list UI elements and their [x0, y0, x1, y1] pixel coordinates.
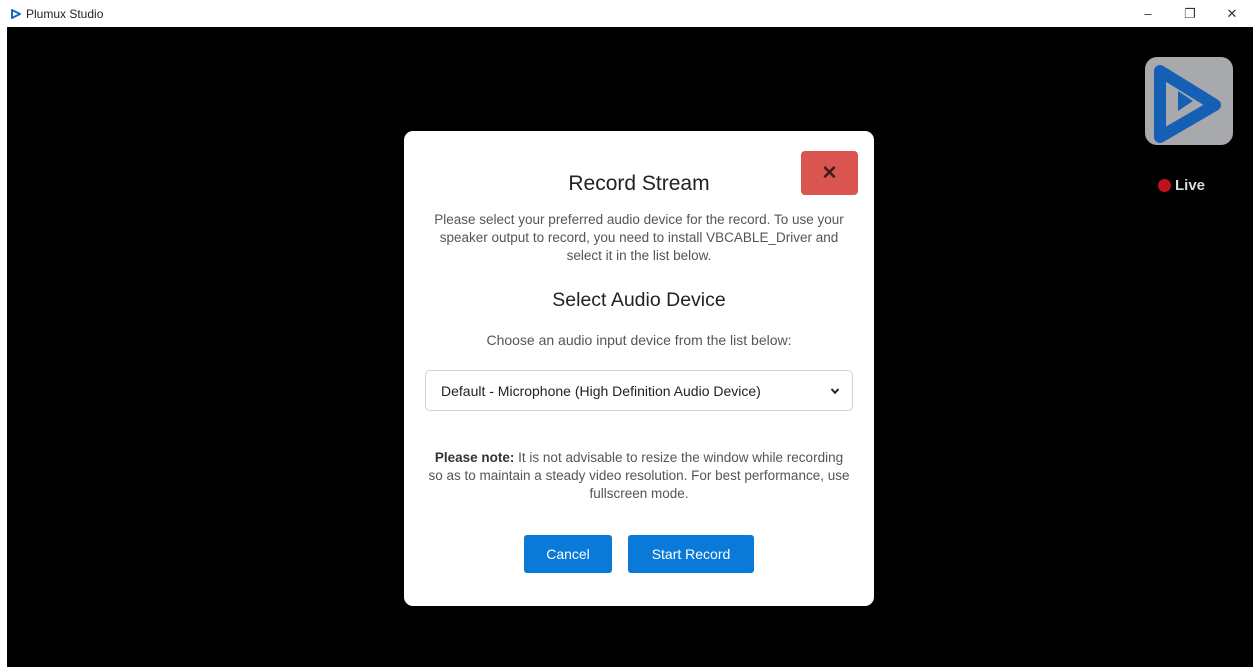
note-label: Please note:: [434, 450, 515, 465]
dialog-intro-text: Please select your preferred audio devic…: [434, 212, 844, 263]
resize-note: Please note: It is not advisable to resi…: [426, 449, 852, 503]
audio-device-select[interactable]: Default - Microphone (High Definition Au…: [425, 370, 853, 411]
plumux-logo-icon: [1145, 57, 1233, 145]
selected-audio-device: Default - Microphone (High Definition Au…: [441, 382, 761, 399]
app-title: Plumux Studio: [26, 6, 104, 21]
title-bar: Plumux Studio – ❐ ✕: [0, 0, 1253, 27]
record-stream-dialog: ✕ Record Stream Please select your prefe…: [404, 131, 874, 606]
minimize-button[interactable]: –: [1127, 0, 1169, 27]
choose-device-text: Choose an audio input device from the li…: [486, 332, 792, 348]
cancel-button[interactable]: Cancel: [524, 535, 612, 573]
section-title: Select Audio Device: [552, 289, 726, 311]
restore-button[interactable]: ❐: [1169, 0, 1211, 27]
close-window-button[interactable]: ✕: [1211, 0, 1253, 27]
live-label: Live: [1175, 177, 1206, 194]
chevron-down-icon: [830, 386, 840, 396]
window-controls: – ❐ ✕: [1127, 0, 1253, 27]
live-dot-icon: [1158, 179, 1171, 192]
app-logo-icon: [11, 8, 21, 19]
dialog-title: Record Stream: [568, 172, 710, 195]
start-record-button[interactable]: Start Record: [628, 535, 754, 573]
live-indicator: Live: [1158, 177, 1205, 194]
